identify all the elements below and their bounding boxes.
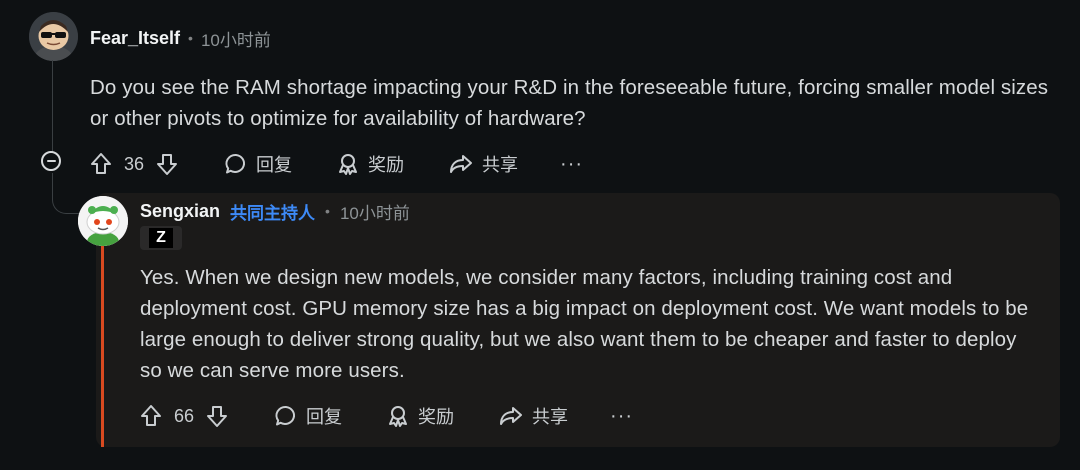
reply-button[interactable]: 回复 [274,403,342,429]
comment-bubble-icon [274,404,298,428]
avatar[interactable] [78,196,128,246]
share-arrow-icon [448,152,474,176]
vote-count: 36 [124,153,145,174]
minus-icon [46,160,56,162]
comment-actions: 36 回复 奖励 共享 ··· [90,149,583,179]
highlight-bar [101,244,104,447]
vote-group: 36 [90,152,178,176]
share-arrow-icon [498,404,524,428]
upvote-icon[interactable] [140,404,162,428]
more-options-button[interactable]: ··· [560,153,583,176]
comment-body: Yes. When we design new models, we consi… [140,266,1029,382]
vote-count: 66 [174,405,195,426]
award-label: 奖励 [368,155,405,175]
reply-label: 回复 [256,155,293,175]
timestamp[interactable]: 10小时前 [340,199,410,224]
downvote-icon[interactable] [206,404,228,428]
award-label: 奖励 [418,407,455,427]
reply-button[interactable]: 回复 [224,151,292,177]
vote-group: 66 [140,404,228,428]
share-button[interactable]: 共享 [448,151,518,177]
username[interactable]: Fear_Itself [90,28,180,49]
moderator-flair: 共同主持人 [230,203,316,223]
share-label: 共享 [532,407,569,427]
comment-body: Do you see the RAM shortage impacting yo… [90,76,1049,130]
more-options-button[interactable]: ··· [610,405,633,428]
avatar[interactable] [29,12,78,61]
thread-line[interactable] [52,60,53,152]
brand-flair: Z [140,226,182,250]
award-button[interactable]: 奖励 [386,403,454,429]
collapse-thread-button[interactable] [41,151,61,171]
timestamp[interactable]: 10小时前 [201,26,271,51]
separator-dot: • [188,30,193,46]
username[interactable]: Sengxian [140,201,220,222]
share-button[interactable]: 共享 [498,403,568,429]
reply-label: 回复 [306,407,343,427]
brand-logo: Z [149,228,173,248]
upvote-icon[interactable] [90,152,112,176]
comment-bubble-icon [224,152,248,176]
comment-actions: 66 回复 奖励 共享 ··· [140,401,633,431]
downvote-icon[interactable] [156,152,178,176]
separator-dot: • [325,203,330,219]
share-label: 共享 [482,155,519,175]
award-icon [386,404,410,428]
award-button[interactable]: 奖励 [336,151,404,177]
award-icon [336,152,360,176]
